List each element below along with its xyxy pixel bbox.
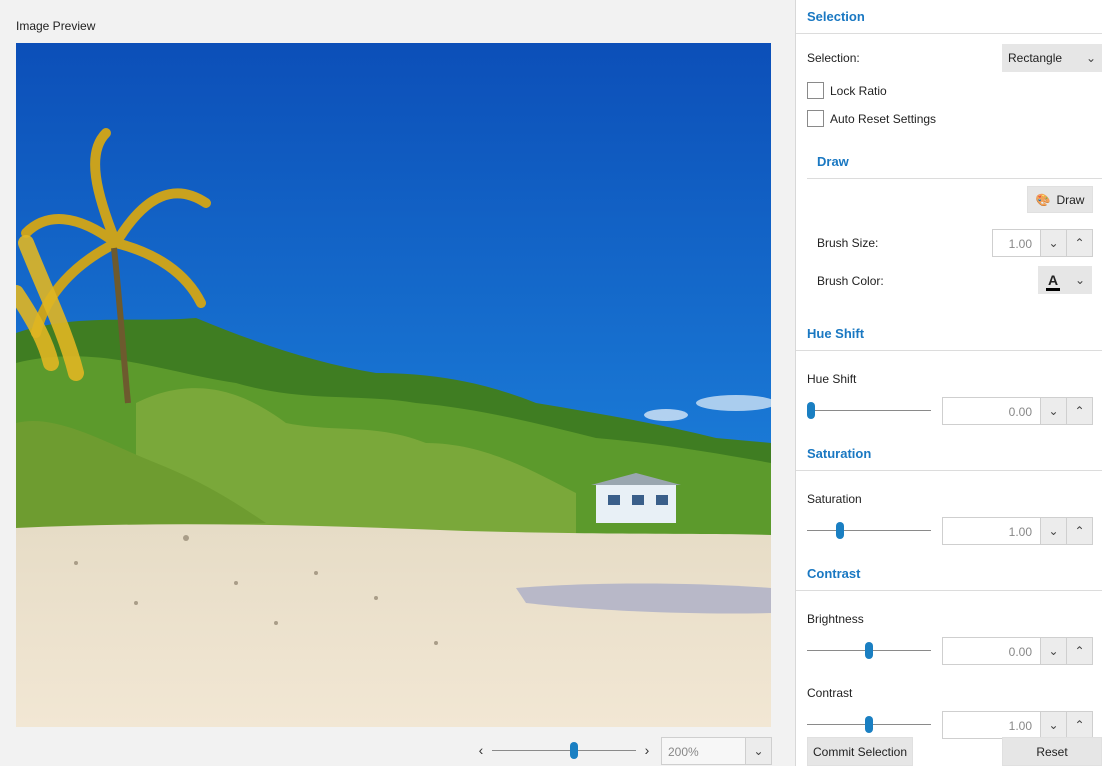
spin-down-icon[interactable]: ⌄ [1040,712,1066,738]
divider [796,590,1102,591]
preview-title: Image Preview [16,19,96,33]
chevron-down-icon: ⌄ [1085,51,1097,65]
brightness-label: Brightness [807,612,864,626]
zoom-in-icon[interactable]: › [640,742,654,758]
selection-mode-dropdown[interactable]: Rectangle ⌄ [1002,44,1102,72]
contrast-label: Contrast [807,686,853,700]
brush-color-label: Brush Color: [817,274,884,288]
settings-panel: Selection Selection: Rectangle ⌄ Lock Ra… [795,0,1102,766]
brush-size-input[interactable]: 1.00 ⌄ ⌃ [992,229,1093,257]
zoom-slider-track[interactable] [492,750,636,751]
slider-thumb[interactable] [807,402,815,419]
spin-up-icon[interactable]: ⌃ [1066,398,1092,424]
divider [796,350,1102,351]
contrast-slider[interactable] [807,714,931,734]
zoom-combobox[interactable]: 200% ⌄ [661,737,772,765]
brightness-value[interactable]: 0.00 [943,638,1040,664]
selection-mode-value: Rectangle [1008,51,1063,65]
zoom-bar: ‹ › 200% ⌄ [472,737,772,765]
saturation-header: Saturation [807,446,872,461]
lock-ratio-label[interactable]: Lock Ratio [830,84,887,98]
saturation-input[interactable]: 1.00 ⌄ ⌃ [942,517,1093,545]
spin-up-icon[interactable]: ⌃ [1066,638,1092,664]
divider [796,33,1102,34]
brush-color-picker[interactable]: A ⌄ [1038,266,1092,294]
saturation-value[interactable]: 1.00 [943,518,1040,544]
hue-shift-label: Hue Shift [807,372,857,386]
draw-button[interactable]: 🎨 Draw [1027,186,1093,213]
commit-selection-label: Commit Selection [812,744,908,759]
selection-label: Selection: [807,51,860,65]
reset-button[interactable]: Reset [1002,737,1102,766]
hue-shift-header: Hue Shift [807,326,865,341]
brightness-input[interactable]: 0.00 ⌄ ⌃ [942,637,1093,665]
spin-up-icon[interactable]: ⌃ [1066,712,1092,738]
slider-thumb[interactable] [865,642,873,659]
zoom-out-icon[interactable]: ‹ [474,742,488,758]
divider [796,470,1102,471]
selection-header: Selection [807,9,865,24]
slider-track[interactable] [807,410,931,411]
image-canvas[interactable] [16,43,771,727]
saturation-slider[interactable] [807,520,931,540]
auto-reset-label[interactable]: Auto Reset Settings [830,112,936,126]
saturation-label: Saturation [807,492,862,506]
chevron-down-icon[interactable]: ⌄ [745,738,771,764]
hue-shift-slider[interactable] [807,400,931,420]
hue-shift-value[interactable]: 0.00 [943,398,1040,424]
spin-up-icon[interactable]: ⌃ [1066,518,1092,544]
spin-down-icon[interactable]: ⌄ [1040,230,1066,256]
beach-image [16,43,771,727]
brightness-slider[interactable] [807,640,931,660]
divider [807,178,1102,179]
reset-label: Reset [1036,744,1068,759]
font-color-icon: A [1038,272,1068,291]
draw-button-label: Draw [1056,192,1085,207]
chevron-down-icon: ⌄ [1074,273,1086,287]
brush-size-label: Brush Size: [817,236,879,250]
spin-down-icon[interactable]: ⌄ [1040,518,1066,544]
slider-thumb[interactable] [865,716,873,733]
spin-up-icon[interactable]: ⌃ [1066,230,1092,256]
zoom-value[interactable]: 200% [662,738,745,764]
spin-down-icon[interactable]: ⌄ [1040,638,1066,664]
auto-reset-checkbox[interactable] [807,110,824,127]
draw-header: Draw [817,154,849,169]
hue-shift-input[interactable]: 0.00 ⌄ ⌃ [942,397,1093,425]
spin-down-icon[interactable]: ⌄ [1040,398,1066,424]
lock-ratio-checkbox[interactable] [807,82,824,99]
zoom-slider-thumb[interactable] [570,742,578,759]
commit-selection-button[interactable]: Commit Selection [807,737,913,766]
slider-track[interactable] [807,530,931,531]
brush-size-value[interactable]: 1.00 [993,230,1040,256]
palette-icon: 🎨 [1035,192,1051,207]
preview-area: Image Preview ‹ › 200% ⌄ [0,0,795,766]
contrast-input[interactable]: 1.00 ⌄ ⌃ [942,711,1093,739]
slider-thumb[interactable] [836,522,844,539]
contrast-value[interactable]: 1.00 [943,712,1040,738]
contrast-header: Contrast [807,566,861,581]
